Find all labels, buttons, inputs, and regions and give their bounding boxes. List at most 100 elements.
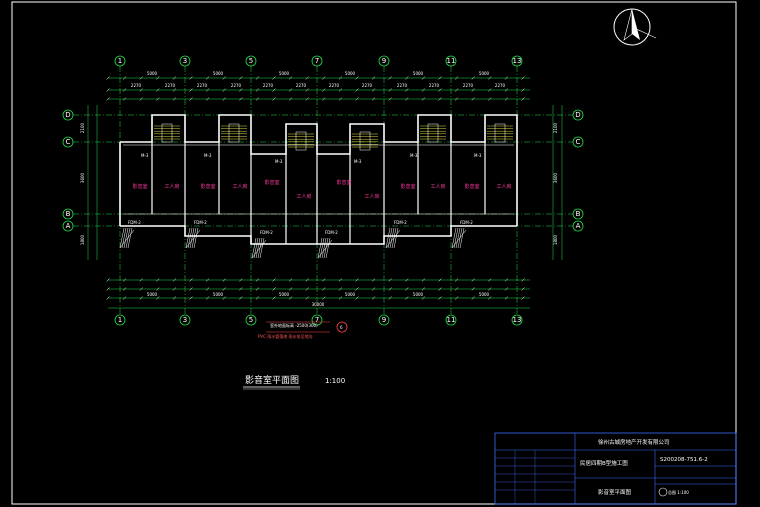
dim-label: 2270 <box>197 83 208 88</box>
dim-label: 2270 <box>429 83 440 88</box>
drawing-number: S200208-751.6-2 <box>660 457 708 463</box>
entry-step <box>455 227 461 249</box>
stair-well <box>494 123 506 143</box>
dim-label: 5000 <box>147 292 158 297</box>
axis-bubble: C <box>62 136 74 148</box>
dim-label: 2100 <box>80 122 85 133</box>
axis-bubble: C <box>572 136 584 148</box>
axis-bubble: A <box>572 220 584 232</box>
axis-bubble: 1 <box>114 55 126 67</box>
room-label: 影音室 <box>400 183 415 190</box>
dim-label: 2270 <box>296 83 307 88</box>
axis-bubble: 11 <box>445 55 457 67</box>
axis-lines <box>73 66 573 315</box>
entry-step <box>389 227 395 249</box>
entry-step <box>459 227 465 249</box>
dim-label: 5000 <box>279 71 290 76</box>
axis-bubble: 11 <box>445 314 457 326</box>
svg-text:11: 11 <box>447 57 456 65</box>
dim-label: 2100 <box>553 122 558 133</box>
dims-bottom-overall: 5000 5000 5000 5000 5000 5000 30000 <box>147 292 490 307</box>
entry-step <box>119 227 125 249</box>
dim-label: 5000 <box>213 71 224 76</box>
dims-left: 2100 3600 1800 <box>80 122 85 245</box>
dim-label: 3600 <box>80 172 85 183</box>
door-tag: M-3 <box>204 153 212 158</box>
dim-label: 2270 <box>131 83 142 88</box>
entry-step <box>255 237 261 259</box>
dim-label: 5000 <box>213 292 224 297</box>
door-tags: M-3 M-3 M-3 M-3 M-3 M-3 <box>141 153 482 164</box>
dim-label: 5000 <box>279 292 290 297</box>
axis-bubbles-right: D C B A <box>572 109 584 232</box>
svg-text:C: C <box>576 138 581 146</box>
stair-well <box>161 123 173 143</box>
window-tag: FDM-2 <box>460 220 473 225</box>
axis-bubble: D <box>62 109 74 121</box>
stair-well <box>359 131 371 151</box>
svg-text:5: 5 <box>249 57 253 65</box>
stair-well <box>427 123 439 143</box>
dim-label: 2270 <box>165 83 176 88</box>
svg-text:13: 13 <box>513 316 522 324</box>
window-tag: FDM-2 <box>260 230 273 235</box>
dim-label: 2270 <box>231 83 242 88</box>
svg-text:3: 3 <box>183 316 187 324</box>
svg-text:D: D <box>575 111 580 119</box>
entry-step <box>127 227 133 249</box>
entry-step <box>259 237 265 259</box>
room-label: 工人房 <box>296 193 311 200</box>
note-callout: 室外地面标高 -2500(300) PVC 雨水管落地 雨水排至地沟 6 <box>258 321 348 339</box>
entry-step <box>317 237 323 259</box>
axis-bubble: D <box>572 109 584 121</box>
dim-label: 5000 <box>147 71 158 76</box>
note-line: PVC 雨水管落地 雨水排至地沟 <box>258 333 312 339</box>
title-block-table: 徐州古城房地产开发有限公司 民居四期B型施工图 S200208-751.6-2 … <box>494 432 737 505</box>
door-tag: M-3 <box>141 153 149 158</box>
north-arrow-icon <box>613 8 657 46</box>
room-label: 影音室 <box>132 183 147 190</box>
dim-label: 2270 <box>362 83 373 88</box>
axis-bubbles-top: 1 3 5 7 9 11 13 <box>114 55 523 67</box>
svg-text:11: 11 <box>447 316 456 324</box>
axis-bubble: 3 <box>179 55 191 67</box>
axis-bubbles-bottom: 1 3 5 7 9 11 13 <box>114 314 523 326</box>
axis-bubble: 9 <box>378 55 390 67</box>
axis-bubble: 13 <box>511 55 523 67</box>
svg-text:7: 7 <box>315 57 319 65</box>
entry-step <box>193 227 199 249</box>
window-tag: FDM-2 <box>325 230 338 235</box>
svg-text:9: 9 <box>382 316 386 324</box>
entry-step <box>185 227 191 249</box>
room-labels: 影音室 工人房 影音室 工人房 影音室 工人房 影音室 工人房 影音室 工人房 … <box>132 179 511 200</box>
entry-step <box>385 227 391 249</box>
drawing-title-block: 影音室平面图 1:100 <box>243 374 345 390</box>
dim-label: 5000 <box>345 71 356 76</box>
entry-step <box>189 227 195 249</box>
entry-step <box>123 227 129 249</box>
svg-text:13: 13 <box>513 57 522 65</box>
dim-label: 2270 <box>329 83 340 88</box>
svg-text:1: 1 <box>118 316 122 324</box>
stamp-text: 总图 1:100 <box>668 489 689 495</box>
dim-label: 2270 <box>463 83 474 88</box>
axis-bubble: 1 <box>114 314 126 326</box>
cad-drawing-canvas: 1 3 5 7 9 11 13 1 3 5 7 9 11 13 D C B A … <box>0 0 760 507</box>
company-name: 徐州古城房地产开发有限公司 <box>598 438 670 446</box>
svg-text:A: A <box>576 222 581 230</box>
dimension-lines <box>87 76 563 309</box>
window-tag: FDM-2 <box>394 220 407 225</box>
room-label: 影音室 <box>264 179 279 186</box>
stair-well <box>295 131 307 151</box>
dim-label: 5000 <box>345 292 356 297</box>
svg-text:B: B <box>576 210 581 218</box>
room-label: 影音室 <box>336 179 351 186</box>
room-label: 影音室 <box>200 183 215 190</box>
svg-text:3: 3 <box>183 57 187 65</box>
axis-bubbles-left: D C B A <box>62 109 74 232</box>
axis-bubble: 7 <box>311 55 323 67</box>
note-line: 室外地面标高 -2500(300) <box>270 322 318 328</box>
svg-text:5: 5 <box>249 316 253 324</box>
window-tags: FDM-2 FDM-2 FDM-2 FDM-2 FDM-2 FDM-2 <box>128 220 473 235</box>
entry-step <box>451 227 457 249</box>
